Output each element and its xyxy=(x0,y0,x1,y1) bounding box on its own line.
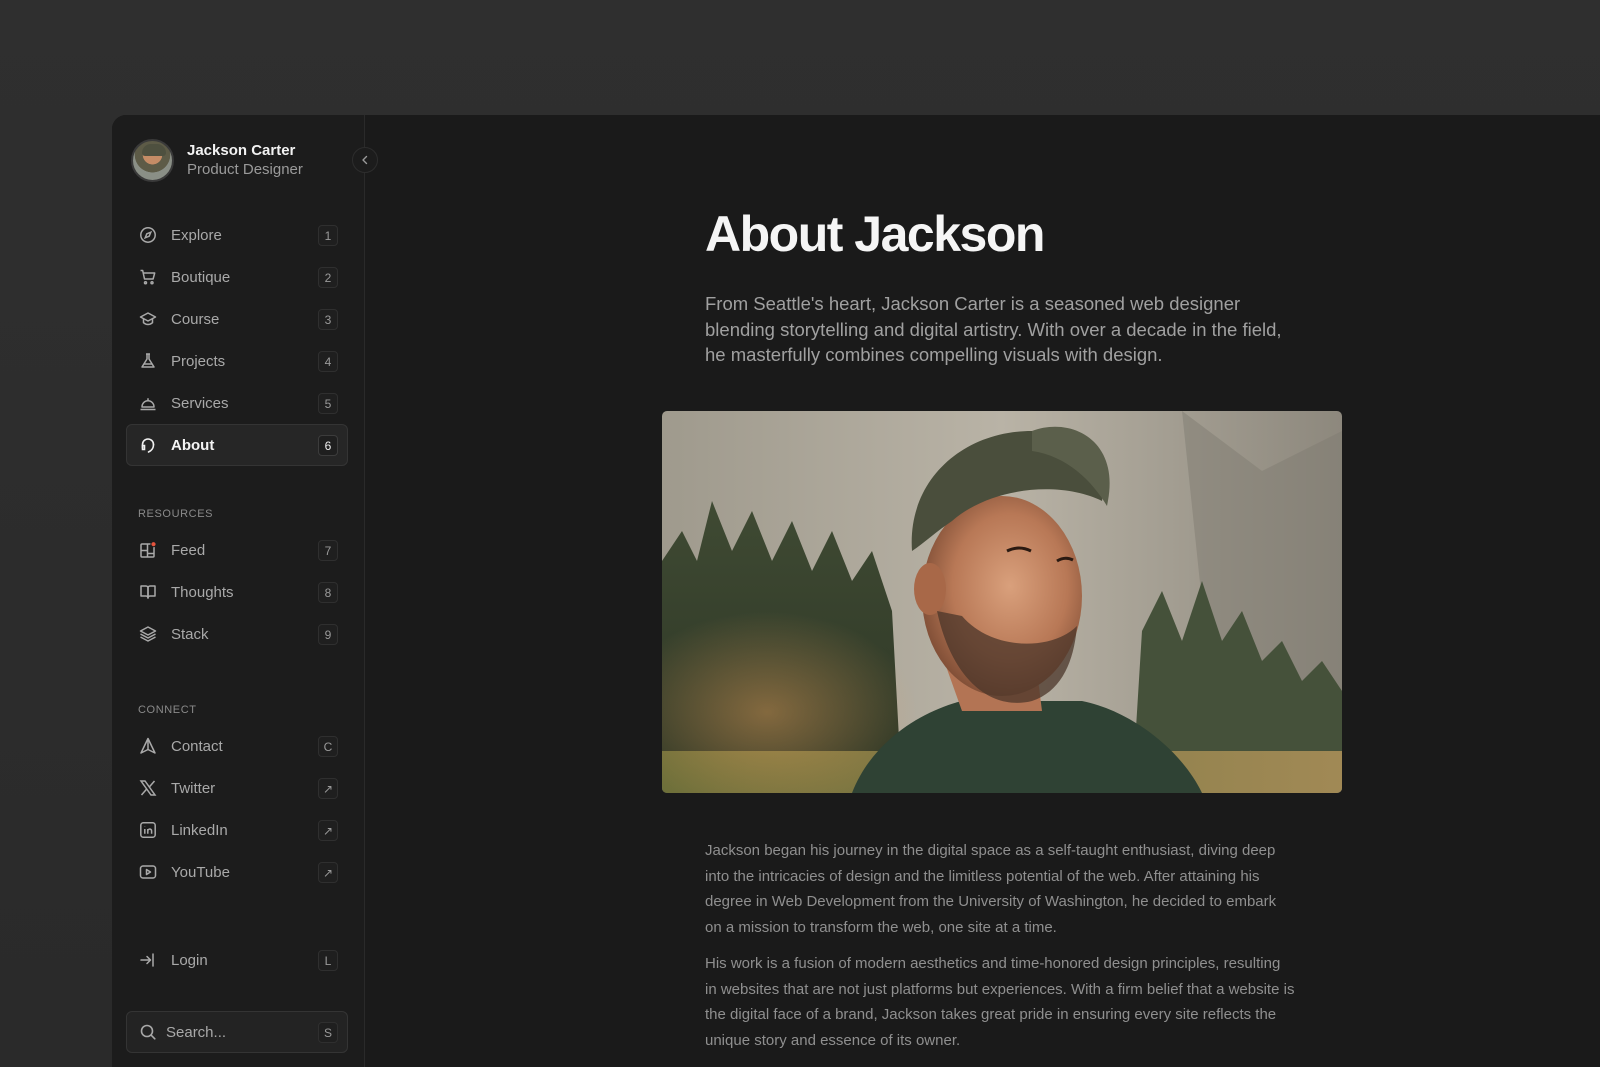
graduation-cap-icon xyxy=(139,310,157,328)
layers-icon xyxy=(139,625,157,643)
profile-name: Jackson Carter xyxy=(187,142,296,159)
sidebar-item-stack[interactable]: Stack 9 xyxy=(126,613,348,655)
shortcut-key: 7 xyxy=(318,540,338,561)
sidebar-item-course[interactable]: Course 3 xyxy=(126,298,348,340)
login-label: Login xyxy=(171,951,208,969)
sidebar-item-contact[interactable]: Contact C xyxy=(126,725,348,767)
account-nav: Login L xyxy=(126,939,348,981)
sidebar-item-twitter[interactable]: Twitter ↗ xyxy=(126,767,348,809)
feed-icon xyxy=(139,541,157,559)
shortcut-key: 3 xyxy=(318,309,338,330)
x-logo-icon xyxy=(139,779,157,797)
shortcut-key: L xyxy=(318,950,338,971)
sidebar-item-boutique[interactable]: Boutique 2 xyxy=(126,256,348,298)
sidebar-item-label: Projects xyxy=(171,352,226,370)
compass-icon xyxy=(139,226,157,244)
sidebar-item-thoughts[interactable]: Thoughts 8 xyxy=(126,571,348,613)
linkedin-icon xyxy=(139,821,157,839)
login-arrow-icon xyxy=(139,951,157,969)
shortcut-key: 9 xyxy=(318,624,338,645)
resources-nav: Feed 7 Thoughts 8 Stack 9 xyxy=(126,529,348,655)
shortcut-key: 4 xyxy=(318,351,338,372)
external-link-icon: ↗ xyxy=(318,778,338,799)
sidebar-item-projects[interactable]: Projects 4 xyxy=(126,340,348,382)
sidebar-item-label: Thoughts xyxy=(171,583,234,601)
sidebar-item-label: LinkedIn xyxy=(171,821,228,839)
bio-paragraph-2: His work is a fusion of modern aesthetic… xyxy=(705,955,1295,1049)
portrait-photo xyxy=(662,411,1342,793)
sidebar-item-linkedin[interactable]: LinkedIn ↗ xyxy=(126,809,348,851)
external-link-icon: ↗ xyxy=(318,862,338,883)
profile-role: Product Designer xyxy=(187,161,303,178)
headphones-icon xyxy=(139,436,157,454)
sidebar-item-label: Boutique xyxy=(171,268,231,286)
shortcut-key: S xyxy=(318,1022,338,1043)
shortcut-key: 8 xyxy=(318,582,338,603)
sidebar-item-label: Services xyxy=(171,394,229,412)
shortcut-key: C xyxy=(318,736,338,757)
sidebar-item-label: Stack xyxy=(171,625,209,643)
main-content: About Jackson From Seattle's heart, Jack… xyxy=(365,115,1600,1067)
section-label-connect: CONNECT xyxy=(138,704,197,716)
external-link-icon: ↗ xyxy=(318,820,338,841)
sidebar-item-feed[interactable]: Feed 7 xyxy=(126,529,348,571)
app-window: Jackson Carter Product Designer Explore … xyxy=(112,115,1600,1067)
main-nav: Explore 1 Boutique 2 Course 3 Projects 4… xyxy=(126,214,348,466)
collapse-sidebar-button[interactable] xyxy=(352,147,378,173)
search-input[interactable]: Search... S xyxy=(126,1011,348,1053)
page-lead: From Seattle's heart, Jackson Carter is … xyxy=(705,293,1282,365)
shortcut-key: 2 xyxy=(318,267,338,288)
desktop-background: Jackson Carter Product Designer Explore … xyxy=(0,0,1600,1067)
section-label-resources: RESOURCES xyxy=(138,508,214,520)
shortcut-key: 1 xyxy=(318,225,338,246)
search-icon xyxy=(139,1023,157,1041)
sidebar: Jackson Carter Product Designer Explore … xyxy=(112,115,365,1067)
flask-icon xyxy=(139,352,157,370)
sidebar-item-label: Twitter xyxy=(171,779,216,797)
page-title: About Jackson xyxy=(705,206,1045,262)
profile[interactable]: Jackson Carter Product Designer xyxy=(131,138,303,182)
search-placeholder: Search... xyxy=(166,1023,227,1041)
service-bell-icon xyxy=(139,394,157,412)
sidebar-item-label: Feed xyxy=(171,541,206,559)
sidebar-item-youtube[interactable]: YouTube ↗ xyxy=(126,851,348,893)
sidebar-item-label: Explore xyxy=(171,226,222,244)
avatar xyxy=(131,138,174,182)
sidebar-item-label: Course xyxy=(171,310,220,328)
chevron-left-icon xyxy=(362,155,368,165)
sidebar-item-label: Contact xyxy=(171,737,223,755)
bio-paragraph-1: Jackson began his journey in the digital… xyxy=(705,842,1277,936)
book-icon xyxy=(139,583,157,601)
sidebar-item-label: About xyxy=(171,436,215,454)
cart-icon xyxy=(139,268,157,286)
sidebar-item-about[interactable]: About 6 xyxy=(126,424,348,466)
send-icon xyxy=(139,737,157,755)
sidebar-item-explore[interactable]: Explore 1 xyxy=(126,214,348,256)
sidebar-item-label: YouTube xyxy=(171,863,230,881)
sidebar-item-services[interactable]: Services 5 xyxy=(126,382,348,424)
youtube-icon xyxy=(139,863,157,881)
login-button[interactable]: Login L xyxy=(126,939,348,981)
shortcut-key: 5 xyxy=(318,393,338,414)
connect-nav: Contact C Twitter ↗ LinkedIn ↗ YouTube ↗ xyxy=(126,725,348,893)
shortcut-key: 6 xyxy=(318,435,338,456)
